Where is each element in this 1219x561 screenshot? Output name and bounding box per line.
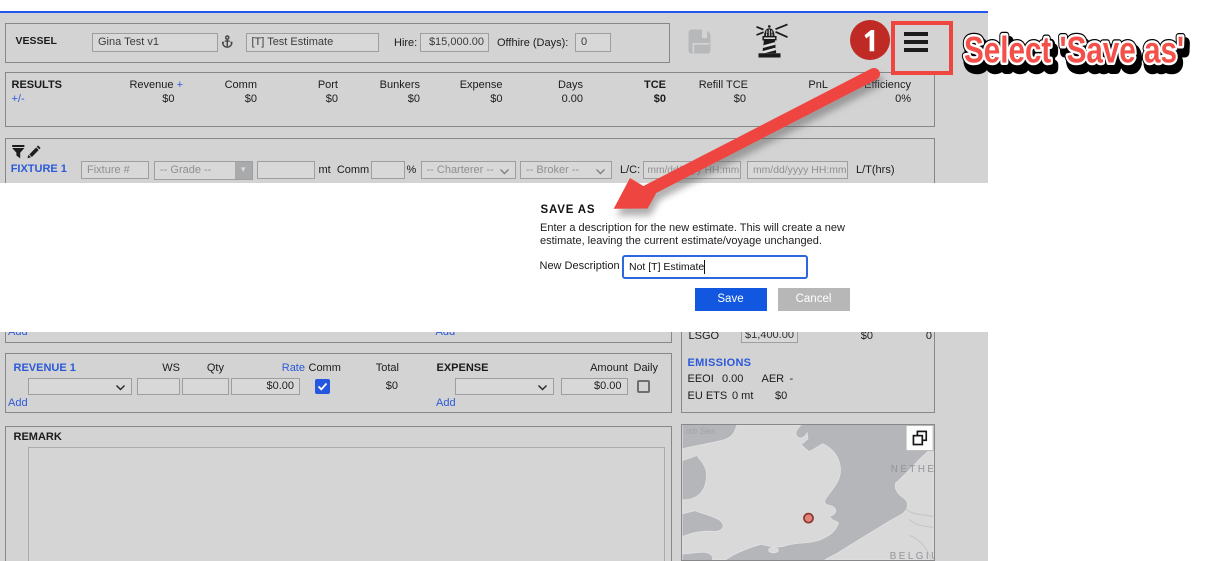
svg-text:Select 'Save as': Select 'Save as' bbox=[964, 30, 1184, 71]
svg-text:ish Sea: ish Sea bbox=[686, 426, 716, 436]
svg-text:BELGIU: BELGIU bbox=[890, 551, 935, 561]
svg-text:NETHER: NETHER bbox=[891, 464, 935, 475]
